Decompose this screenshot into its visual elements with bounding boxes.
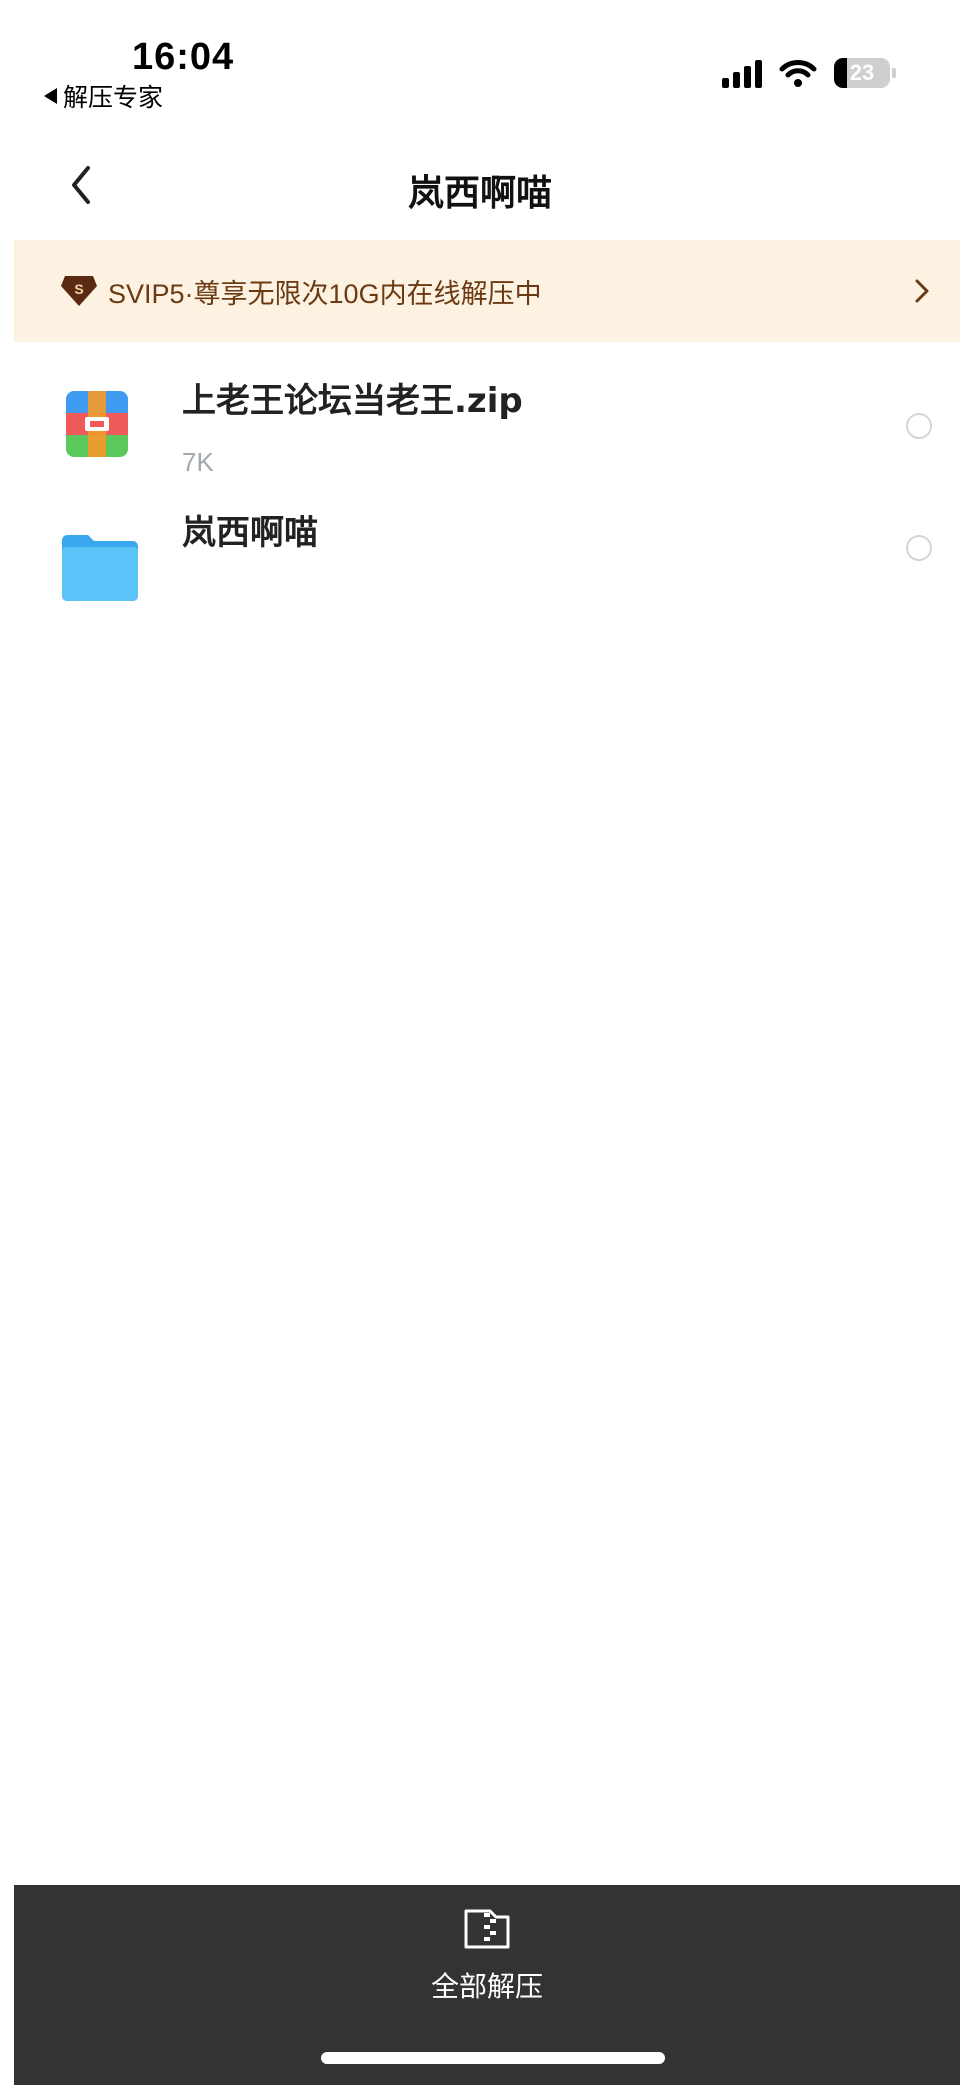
status-bar: 16:04 解压专家 23 (0, 0, 960, 120)
file-row-zip[interactable]: 上老王论坛当老王.zip 7K (0, 345, 960, 505)
cellular-signal-icon (722, 58, 762, 88)
select-radio[interactable] (906, 535, 932, 561)
svip-diamond-badge-icon: S (61, 276, 97, 306)
file-list: 上老王论坛当老王.zip 7K 岚西啊喵 (0, 345, 960, 665)
file-row-folder[interactable]: 岚西啊喵 (0, 505, 960, 665)
back-app-label: 解压专家 (63, 83, 164, 112)
back-triangle-icon (44, 88, 57, 104)
chevron-right-icon (915, 279, 929, 303)
file-size: 7K (182, 447, 214, 477)
svip-banner-text: SVIP5·尊享无限次10G内在线解压中 (108, 278, 542, 309)
status-icons: 23 (722, 58, 896, 88)
archive-icon (66, 391, 128, 457)
folder-icon (62, 535, 138, 601)
home-indicator[interactable] (321, 2052, 665, 2064)
page-title: 岚西啊喵 (407, 173, 552, 214)
nav-header: 岚西啊喵 (0, 130, 960, 240)
battery-level-label: 23 (849, 60, 875, 85)
status-time: 16:04 (132, 36, 235, 78)
back-to-app-link[interactable]: 解压专家 (44, 78, 163, 114)
select-radio[interactable] (906, 413, 932, 439)
svip-banner[interactable]: S SVIP5·尊享无限次10G内在线解压中 (14, 240, 960, 342)
extract-all-button[interactable]: 全部解压 (14, 1907, 960, 2005)
wifi-icon (779, 60, 817, 87)
folder-name: 岚西啊喵 (182, 513, 318, 553)
zip-extract-icon (464, 1909, 510, 1949)
battery-icon: 23 (834, 58, 896, 88)
file-name: 上老王论坛当老王.zip (182, 381, 523, 421)
extract-all-label: 全部解压 (430, 1970, 543, 2003)
svip-badge-letter: S (74, 281, 83, 297)
